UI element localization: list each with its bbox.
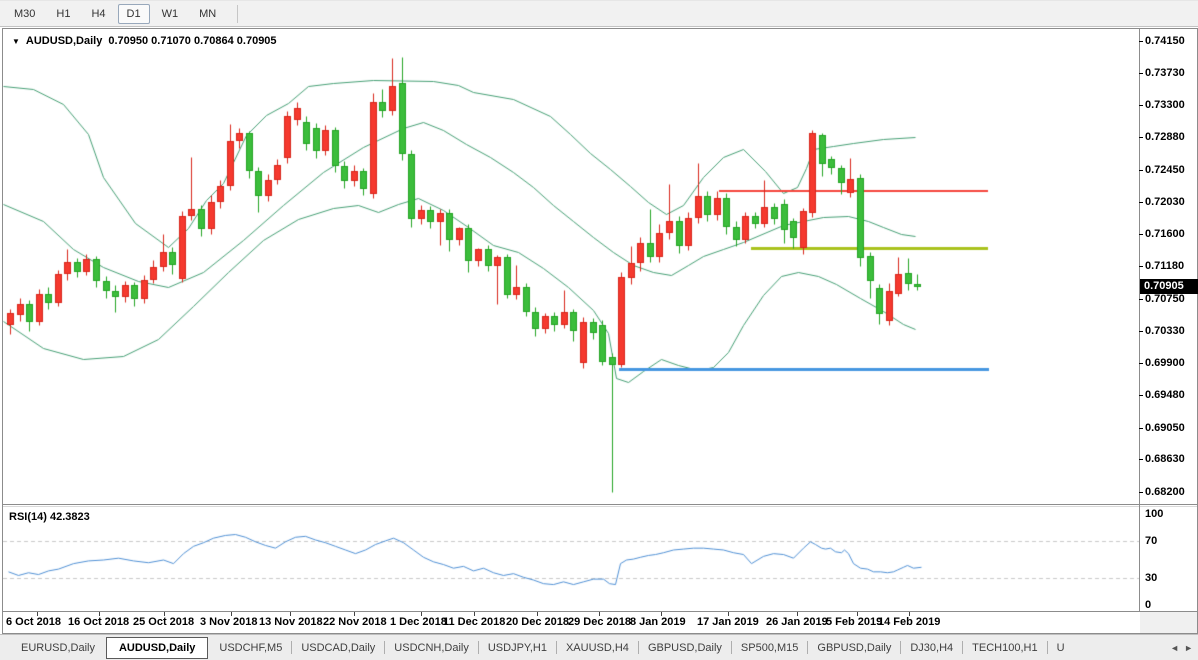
rsi-tick-label: 100	[1145, 508, 1164, 520]
date-tick-label: 13 Nov 2018	[259, 616, 323, 628]
price-chart-canvas[interactable]	[3, 29, 1139, 504]
chart-tab-bar: EURUSD,Daily AUDUSD,Daily USDCHF,M5 USDCAD,…	[0, 634, 1198, 660]
date-tick-label: 29 Dec 2018	[568, 616, 631, 628]
rsi-tick-label: 70	[1145, 535, 1158, 548]
timeframe-button-d1[interactable]: D1	[117, 3, 150, 24]
mt4-terminal: { "toolbar": { "timeframes": ["M30", "H1…	[0, 0, 1198, 660]
date-tick-mark	[797, 612, 798, 616]
price-tick-label: 0.71180	[1139, 260, 1197, 272]
price-tick-label: 0.72450	[1139, 164, 1197, 176]
tab-scroll-arrows: ◄ ►	[1170, 643, 1198, 653]
tab-usdchf-m5[interactable]: USDCHF,M5	[210, 636, 291, 660]
tab-sp500-m15[interactable]: SP500,M15	[732, 636, 807, 660]
price-tick-label: 0.69480	[1139, 389, 1197, 401]
current-price-label: 0.70905	[1140, 278, 1198, 294]
date-tick-mark	[857, 612, 858, 616]
tab-usdjpy-h1[interactable]: USDJPY,H1	[479, 636, 556, 660]
price-tick-label: 0.70750	[1139, 293, 1197, 305]
date-tick-label: 16 Oct 2018	[68, 616, 130, 628]
date-tick-label: 3 Nov 2018	[200, 616, 258, 628]
date-tick-label: 22 Nov 2018	[323, 616, 387, 628]
date-tick-mark	[37, 612, 38, 616]
date-tick-label: 5 Feb 2019	[826, 616, 883, 628]
axis-corner	[1140, 612, 1197, 633]
tab-u[interactable]: U	[1048, 636, 1074, 660]
timeframe-button-mn[interactable]: MN	[190, 4, 225, 24]
price-tick-label: 0.69900	[1139, 357, 1197, 369]
date-tick-mark	[474, 612, 475, 616]
tab-gbpusd-daily[interactable]: GBPUSD,Daily	[808, 636, 900, 660]
date-tick-mark	[728, 612, 729, 616]
tab-eurusd-daily[interactable]: EURUSD,Daily	[12, 636, 104, 660]
date-tick-label: 14 Feb 2019	[878, 616, 941, 628]
price-tick-label: 0.72880	[1139, 131, 1197, 143]
scroll-right-icon[interactable]: ►	[1184, 643, 1193, 653]
date-tick-label: 11 Dec 2018	[443, 616, 506, 628]
timeframe-button-h1[interactable]: H1	[47, 4, 79, 24]
tab-dj30-h4[interactable]: DJ30,H4	[901, 636, 962, 660]
price-tick-label: 0.71600	[1139, 228, 1197, 240]
date-tick-mark	[661, 612, 662, 616]
timeframe-toolbar: M30 H1 H4 D1 W1 MN	[0, 0, 1198, 27]
price-tick-label: 0.73300	[1139, 99, 1197, 111]
date-tick-label: 17 Jan 2019	[697, 616, 759, 628]
chart-symbol-label: AUDUSD,Daily	[25, 35, 103, 47]
date-tick-mark	[354, 612, 355, 616]
price-tick-label: 0.68200	[1139, 486, 1197, 498]
date-tick-mark	[537, 612, 538, 616]
date-tick-mark	[599, 612, 600, 616]
date-tick-mark	[231, 612, 232, 616]
tab-audusd-daily[interactable]: AUDUSD,Daily	[105, 636, 209, 659]
chevron-down-icon[interactable]: ▼	[12, 37, 20, 46]
date-tick-label: 6 Oct 2018	[6, 616, 62, 628]
date-tick-mark	[164, 612, 165, 616]
price-axis-line	[1139, 29, 1140, 611]
price-tick-label: 0.70330	[1139, 325, 1197, 337]
tab-usdcnh-daily[interactable]: USDCNH,Daily	[385, 636, 478, 660]
tab-xauusd-h4[interactable]: XAUUSD,H4	[557, 636, 638, 660]
date-tick-mark	[99, 612, 100, 616]
date-axis[interactable]: 6 Oct 2018 16 Oct 2018 25 Oct 2018 3 Nov 20…	[3, 612, 1139, 633]
date-tick-mark	[421, 612, 422, 616]
date-tick-label: 26 Jan 2019	[766, 616, 828, 628]
scroll-left-icon[interactable]: ◄	[1170, 643, 1179, 653]
date-tick-mark	[909, 612, 910, 616]
tab-usdcad-daily[interactable]: USDCAD,Daily	[292, 636, 384, 660]
tab-tech100-h1[interactable]: TECH100,H1	[963, 636, 1046, 660]
chart-ohlc-values: 0.70950 0.71070 0.70864 0.70905	[108, 35, 277, 47]
tab-gbpusd-daily[interactable]: GBPUSD,Daily	[639, 636, 731, 660]
date-tick-label: 8 Jan 2019	[630, 616, 686, 628]
timeframe-button-m30[interactable]: M30	[5, 4, 44, 24]
price-tick-label: 0.68630	[1139, 453, 1197, 465]
price-tick-label: 0.72030	[1139, 196, 1197, 208]
rsi-tick-label: 30	[1145, 571, 1158, 584]
toolbar-separator	[237, 4, 239, 23]
date-tick-label: 1 Dec 2018	[390, 616, 447, 628]
price-tick-label: 0.69050	[1139, 422, 1197, 434]
rsi-chart-canvas[interactable]	[3, 507, 1139, 611]
price-tick-label: 0.74150	[1139, 35, 1197, 47]
price-tick-label: 0.73730	[1139, 67, 1197, 79]
date-tick-label: 25 Oct 2018	[133, 616, 195, 628]
date-tick-mark	[290, 612, 291, 616]
chart-window: ▼ AUDUSD,Daily 0.70950 0.71070 0.70864 0…	[2, 28, 1198, 634]
rsi-tick-label: 0	[1145, 599, 1152, 611]
timeframe-button-h4[interactable]: H4	[82, 4, 114, 24]
timeframe-button-w1[interactable]: W1	[153, 4, 188, 24]
date-tick-label: 20 Dec 2018	[506, 616, 569, 628]
rsi-indicator-label: RSI(14) 42.3823	[9, 511, 90, 523]
pane-separator[interactable]	[3, 504, 1197, 505]
chart-header: ▼ AUDUSD,Daily 0.70950 0.71070 0.70864 0…	[12, 35, 277, 47]
pane-separator-highlight	[3, 506, 1197, 507]
